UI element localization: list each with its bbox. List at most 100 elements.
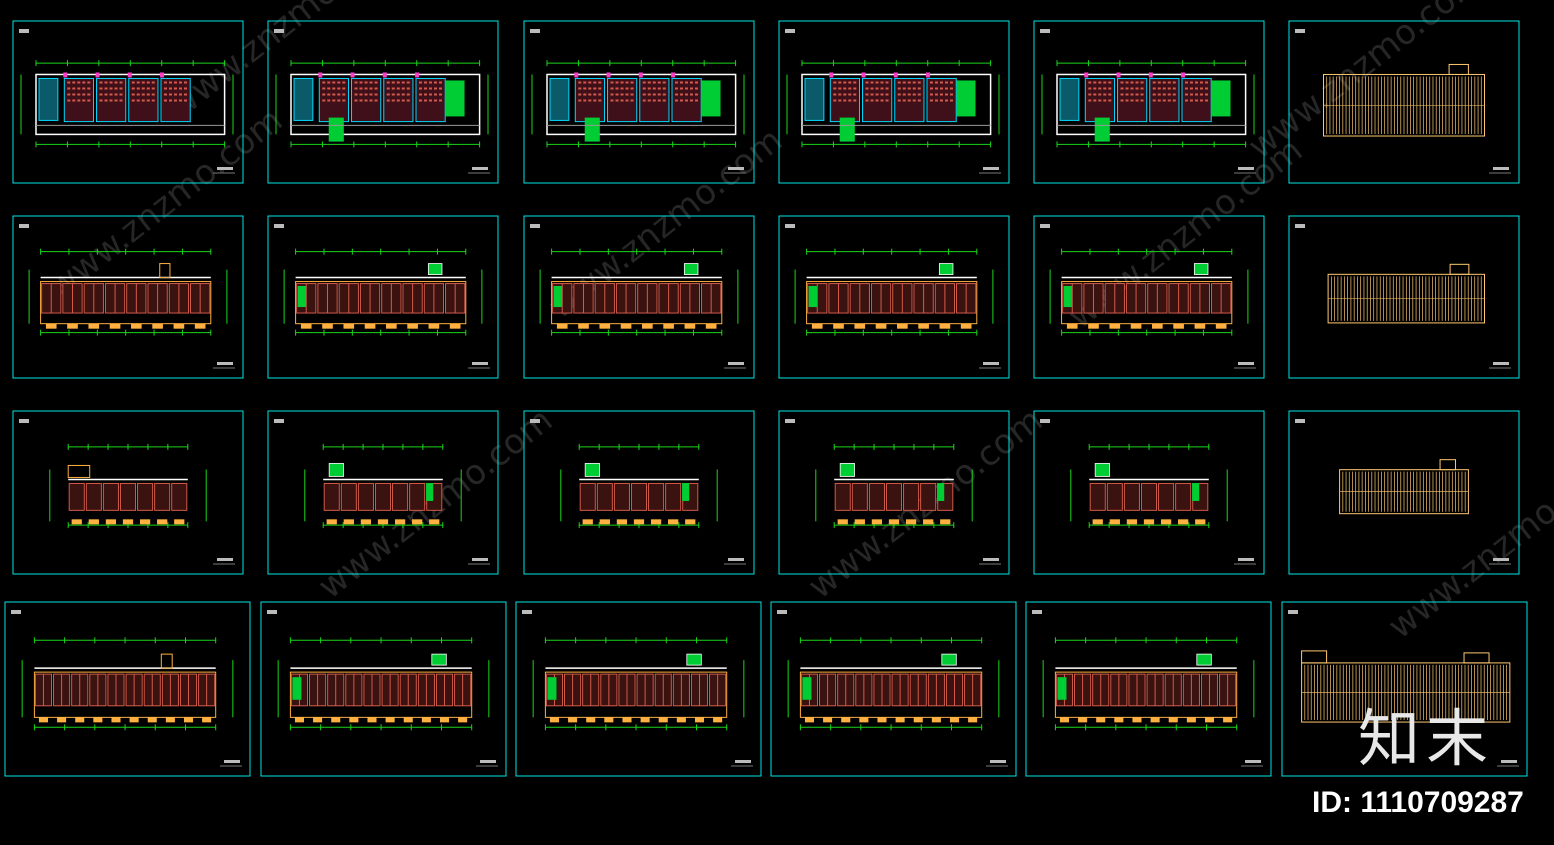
balcony: [875, 323, 887, 329]
sheet-title-mark: [1295, 29, 1305, 33]
stair-green-left: [1063, 285, 1073, 308]
sheet-title-mark: [777, 610, 787, 614]
dorm-room: [630, 482, 648, 511]
sheet-caption-mark: [1493, 362, 1509, 365]
sheet-title-mark: [1295, 419, 1305, 423]
sheet-caption-mark: [983, 167, 999, 170]
balcony: [968, 717, 978, 723]
balcony: [421, 717, 431, 723]
door-marker: [1180, 72, 1185, 78]
balcony: [905, 519, 917, 525]
drawing-id-label: ID: 1110709287: [1312, 786, 1524, 819]
drawing-sheet: [523, 410, 755, 575]
door-marker: [159, 72, 164, 78]
stair-green-lower: [328, 117, 344, 142]
sheet-row: [12, 215, 1520, 379]
balcony: [859, 717, 869, 723]
balcony: [568, 717, 578, 723]
sheet-caption-mark: [728, 167, 744, 170]
balcony: [458, 717, 468, 723]
dorm-room: [1140, 482, 1158, 511]
stair-green: [683, 263, 699, 275]
sheet-caption-mark: [1238, 558, 1254, 561]
balcony: [1130, 323, 1142, 329]
sheet-title-mark: [530, 29, 540, 33]
stair-green-left: [808, 285, 818, 308]
sheet-caption-mark: [472, 167, 488, 170]
stair-green: [956, 80, 976, 117]
sheet-caption-mark: [990, 760, 1006, 763]
stair-core: [1059, 77, 1080, 121]
dorm-room: [903, 482, 920, 511]
door-marker: [606, 72, 611, 78]
stair-green-left: [553, 285, 563, 308]
sheet-row: [4, 601, 1528, 777]
door-marker: [574, 72, 579, 78]
balcony: [326, 519, 337, 525]
balcony: [93, 717, 103, 723]
sheet-title-mark: [522, 610, 532, 614]
balcony: [109, 323, 121, 329]
balcony: [105, 519, 117, 525]
balcony: [1194, 323, 1206, 329]
balcony: [45, 323, 57, 329]
stair-green: [701, 80, 721, 117]
door-marker: [829, 72, 834, 78]
balcony: [676, 717, 686, 723]
balcony: [841, 717, 851, 723]
balcony: [837, 519, 848, 525]
balcony: [1195, 519, 1206, 525]
drawing-sheet: [778, 215, 1010, 379]
balcony: [1088, 323, 1099, 329]
balcony: [1078, 717, 1088, 723]
stair-green: [839, 463, 855, 477]
balcony: [152, 323, 163, 329]
sheet-caption-mark: [735, 760, 751, 763]
dorm-room: [1158, 482, 1175, 511]
sheet-title-mark: [1295, 224, 1305, 228]
balcony: [322, 323, 333, 329]
balcony: [349, 717, 359, 723]
dorm-room: [409, 482, 426, 511]
balcony: [895, 717, 905, 723]
door-marker: [1116, 72, 1121, 78]
drawing-sheet: [515, 601, 762, 777]
drawing-sheet: [1033, 410, 1265, 575]
sheet-caption-mark: [217, 167, 233, 170]
balcony: [157, 519, 168, 525]
stair-green-left: [297, 285, 307, 308]
balcony: [385, 717, 395, 723]
elevation-roof-block: [1463, 652, 1490, 664]
balcony: [1059, 717, 1069, 723]
balcony: [429, 519, 440, 525]
sheet-caption-mark: [224, 760, 240, 763]
sheet-caption-mark: [472, 558, 488, 561]
drawing-sheet: [1288, 215, 1520, 379]
balcony: [599, 519, 610, 525]
sheet-title-mark: [785, 224, 795, 228]
dorm-room: [68, 482, 85, 511]
balcony: [642, 323, 653, 329]
balcony: [38, 717, 48, 723]
sheet-title-mark: [11, 610, 21, 614]
door-marker: [318, 72, 323, 78]
sheet-caption-mark: [1501, 760, 1517, 763]
stair-green-left: [1057, 677, 1067, 700]
balcony: [1168, 717, 1178, 723]
balcony: [1109, 323, 1121, 329]
balcony: [174, 519, 185, 525]
sheet-title-mark: [530, 224, 540, 228]
balcony: [131, 323, 142, 329]
sheet-caption-mark: [1238, 362, 1254, 365]
stair-green-right: [426, 483, 434, 501]
door-marker: [1148, 72, 1153, 78]
sheet-title-mark: [785, 419, 795, 423]
balcony: [640, 717, 650, 723]
sheet-caption-mark: [983, 362, 999, 365]
balcony: [1143, 519, 1155, 525]
balcony: [804, 717, 814, 723]
balcony: [111, 717, 121, 723]
dorm-room: [665, 482, 682, 511]
dorm-room: [154, 482, 171, 511]
elevation-roof-block-left: [1301, 650, 1328, 664]
